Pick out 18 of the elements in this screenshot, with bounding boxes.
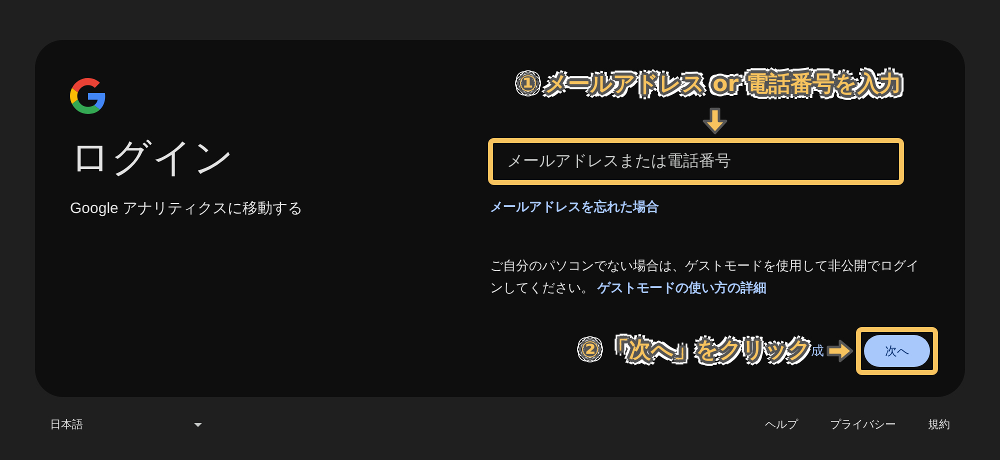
footer-link[interactable]: ヘルプ xyxy=(765,417,798,434)
arrow-right-icon xyxy=(826,338,854,362)
email-field[interactable]: メールアドレスまたは電話番号 xyxy=(488,138,904,185)
guest-mode-link[interactable]: ゲストモードの使い方の詳細 xyxy=(598,280,767,294)
instruction-label: ① メールアドレス or 電話番号を入力 xyxy=(518,71,902,99)
subtitle: Google アナリティクスに移動する xyxy=(70,199,303,219)
click-instruction-label: ② 「次へ」をクリック xyxy=(580,336,811,364)
google-logo xyxy=(70,78,106,114)
create-account-fragment[interactable]: 成 xyxy=(811,340,824,360)
footer-link[interactable]: 規約 xyxy=(928,417,950,434)
arrow-down-icon xyxy=(700,106,730,136)
forgot-email-link[interactable]: メールアドレスを忘れた場合 xyxy=(490,197,659,216)
language-dropdown[interactable]: 日本語 xyxy=(50,417,202,434)
footer-link[interactable]: プライバシー xyxy=(830,417,896,434)
next-button[interactable]: 次へ xyxy=(864,334,930,366)
guest-mode-notice: ご自分のパソコンでない場合は、ゲストモードを使用して非公開でログインしてください。 ゲストモードの使い方の詳細 xyxy=(490,256,920,296)
caret-icon xyxy=(194,423,202,428)
page-title: ログイン xyxy=(70,135,234,182)
